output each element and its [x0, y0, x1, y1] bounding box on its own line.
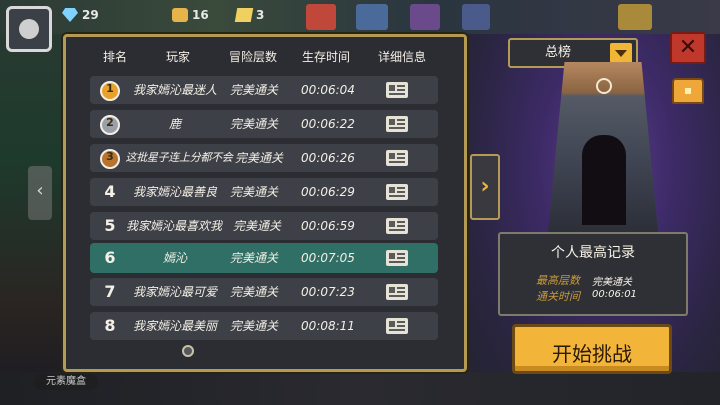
- player-name: 我家嫣沁最迷人: [132, 83, 217, 97]
- event-icon[interactable]: [356, 4, 388, 30]
- header-player: 玩家: [165, 50, 190, 64]
- chevron-right-icon: ›: [480, 174, 490, 199]
- bronze-medal-icon: 3: [100, 147, 120, 169]
- rank-number: 3: [106, 150, 114, 163]
- survival-time: 00:06:22: [301, 117, 355, 131]
- rank-number: 8: [104, 316, 116, 335]
- leaderboard-row[interactable]: 8 我家嫣沁最美丽 完美通关 00:08:11: [90, 312, 438, 340]
- mailbox-icon[interactable]: [618, 4, 652, 30]
- floor-reached: 完美通关: [229, 285, 278, 299]
- id-card-icon[interactable]: [386, 150, 408, 166]
- id-card-icon[interactable]: [386, 218, 408, 234]
- floor-reached: 完美通关: [229, 117, 278, 131]
- personal-best-panel: 个人最高记录 最高层数 完美通关 通关时间 00:06:01: [498, 232, 688, 316]
- player-name: 嫣沁: [162, 251, 187, 265]
- close-icon: ✕: [678, 35, 698, 60]
- floor-reached: 完美通关: [229, 185, 278, 199]
- card-count: 3: [256, 8, 265, 22]
- eye-emblem-icon: [596, 78, 612, 94]
- gem-counter: 29: [62, 8, 99, 22]
- leaderboard-row[interactable]: 7 我家嫣沁最可爱 完美通关 00:07:23: [90, 278, 438, 306]
- survival-time: 00:06:26: [301, 151, 355, 165]
- leaderboard-row[interactable]: 1 我家嫣沁最迷人 完美通关 00:06:04: [90, 76, 438, 104]
- id-card-icon[interactable]: [386, 82, 408, 98]
- floor-reached: 完美通关: [234, 151, 283, 165]
- tower-door: [582, 135, 626, 225]
- best-floor-value: 完美通关: [592, 277, 632, 288]
- start-challenge-label: 开始挑战: [552, 342, 632, 366]
- gift-icon[interactable]: [306, 4, 336, 30]
- silver-medal-icon: 2: [100, 113, 120, 135]
- header-detail: 详细信息: [377, 50, 426, 64]
- shop-icon[interactable]: [410, 4, 440, 30]
- best-time-value: 00:06:01: [592, 289, 637, 300]
- personal-best-title: 个人最高记录: [551, 245, 635, 261]
- player-name: 这批星子连上分都不会: [125, 151, 233, 164]
- id-card-icon[interactable]: [386, 184, 408, 200]
- gem-icon: [62, 8, 78, 22]
- material-icon: [172, 8, 188, 22]
- header-rank: 排名: [102, 50, 127, 64]
- rank-number: 5: [104, 216, 116, 235]
- survival-time: 00:06:29: [301, 185, 355, 199]
- survival-time: 00:06:59: [301, 219, 355, 233]
- best-floor-label: 最高层数: [536, 274, 580, 287]
- card-icon: [234, 8, 254, 22]
- id-card-icon[interactable]: [386, 116, 408, 132]
- material-count: 16: [192, 8, 209, 22]
- start-challenge-button[interactable]: 开始挑战: [512, 324, 672, 374]
- survival-time: 00:07:05: [301, 251, 355, 265]
- leaderboard-row[interactable]: 2 鹿 完美通关 00:06:22: [90, 110, 438, 138]
- floor-reached: 完美通关: [229, 83, 278, 97]
- leaderboard-row-current-player[interactable]: 6 嫣沁 完美通关 00:07:05: [90, 243, 438, 273]
- player-name: 鹿: [168, 117, 181, 131]
- chevron-left-icon: ‹: [36, 180, 44, 201]
- id-card-icon[interactable]: [386, 250, 408, 266]
- player-name: 我家嫣沁最美丽: [132, 319, 217, 333]
- player-name: 我家嫣沁最可爱: [132, 285, 217, 299]
- rank-number: 7: [104, 282, 116, 301]
- header-floor: 冒险层数: [228, 50, 277, 64]
- gem-count: 29: [82, 8, 99, 22]
- avatar[interactable]: [6, 6, 52, 52]
- survival-time: 00:08:11: [301, 319, 355, 333]
- floor-reached: 完美通关: [229, 319, 278, 333]
- background-scene-bottom: [0, 372, 720, 405]
- treasure-chest-icon[interactable]: [672, 78, 704, 104]
- chevron-down-icon[interactable]: [610, 43, 632, 63]
- id-card-icon[interactable]: [386, 284, 408, 300]
- gold-medal-icon: 1: [100, 79, 120, 101]
- leaderboard-row[interactable]: 4 我家嫣沁最善良 完美通关 00:06:29: [90, 178, 438, 206]
- floor-reached: 完美通关: [232, 219, 281, 233]
- floor-reached: 完美通关: [229, 251, 278, 265]
- leaderboard-row[interactable]: 5 我家嫣沁最喜欢我 完美通关 00:06:59: [90, 212, 438, 240]
- rank-number: 2: [106, 116, 114, 129]
- loading-spinner-icon: [182, 345, 194, 357]
- rank-number: 4: [104, 182, 116, 201]
- survival-time: 00:07:23: [301, 285, 355, 299]
- header-time: 生存时间: [301, 50, 350, 64]
- player-name: 我家嫣沁最善良: [132, 185, 217, 199]
- id-card-icon[interactable]: [386, 318, 408, 334]
- material-counter: 16: [172, 8, 209, 22]
- card-counter: 3: [234, 8, 265, 22]
- player-name: 我家嫣沁最喜欢我: [125, 219, 222, 233]
- next-arrow-button[interactable]: ›: [470, 154, 500, 220]
- leaderboard-row[interactable]: 3 这批星子连上分都不会 完美通关 00:06:26: [90, 144, 438, 172]
- best-time-label: 通关时间: [536, 290, 580, 303]
- gem-shop-icon[interactable]: [462, 4, 490, 30]
- element-box-label[interactable]: 元素魔盒: [34, 374, 98, 390]
- prev-arrow-button[interactable]: ‹: [28, 166, 52, 220]
- close-button[interactable]: ✕: [670, 32, 706, 64]
- rank-number: 6: [104, 248, 116, 267]
- survival-time: 00:06:04: [301, 83, 355, 97]
- rank-number: 1: [106, 82, 114, 95]
